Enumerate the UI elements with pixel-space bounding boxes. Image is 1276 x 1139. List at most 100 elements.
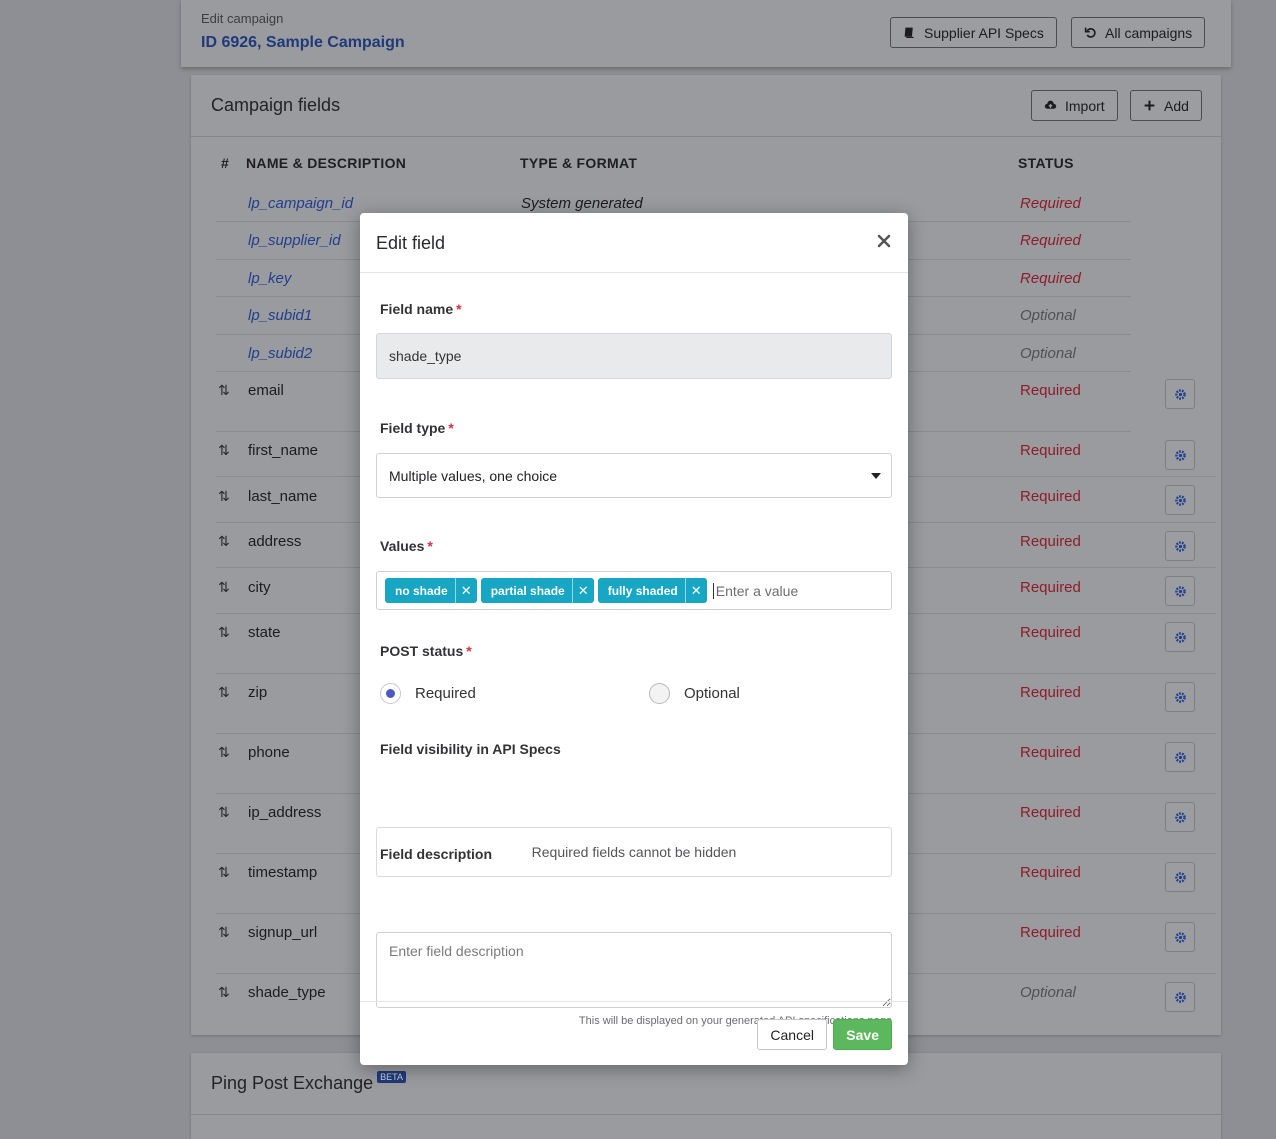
field-type: System generated xyxy=(521,195,643,212)
remove-tag-icon[interactable]: ✕ xyxy=(571,578,594,603)
ping-post-title: Ping Post Exchange xyxy=(211,1073,374,1093)
value-tag: fully shaded ✕ xyxy=(597,578,707,603)
add-label: Add xyxy=(1164,97,1189,114)
import-button[interactable]: Import xyxy=(1031,90,1118,121)
modal-footer: Cancel Save xyxy=(360,1001,908,1065)
field-status: Required xyxy=(1020,864,1081,881)
book-icon xyxy=(904,27,914,38)
field-settings-button[interactable] xyxy=(1165,682,1195,712)
field-status: Optional xyxy=(1020,307,1076,324)
post-status-label: POST status * xyxy=(380,643,472,659)
field-status: Required xyxy=(1020,579,1081,596)
field-status: Required xyxy=(1020,382,1081,399)
field-status: Required xyxy=(1020,442,1081,459)
gear-icon xyxy=(1174,494,1186,506)
field-name: address xyxy=(248,533,302,550)
save-button[interactable]: Save xyxy=(833,1019,892,1050)
value-tag-label: partial shade xyxy=(490,583,565,598)
field-status: Optional xyxy=(1020,345,1076,362)
gear-icon xyxy=(1174,585,1186,597)
card-title: Ping Post Exchange BETA xyxy=(211,1071,406,1094)
field-type-label: Field type * xyxy=(380,420,454,436)
field-settings-button[interactable] xyxy=(1165,379,1195,409)
sort-handle-icon[interactable]: ⇅ xyxy=(218,864,230,881)
beta-badge: BETA xyxy=(377,1071,406,1083)
sort-handle-icon[interactable]: ⇅ xyxy=(218,924,230,941)
gear-icon xyxy=(1174,751,1186,763)
field-settings-button[interactable] xyxy=(1165,531,1195,561)
value-tag: partial shade ✕ xyxy=(480,578,594,603)
field-settings-button[interactable] xyxy=(1165,922,1195,952)
radio-checked-icon xyxy=(380,683,401,704)
value-tag-label: no shade xyxy=(395,583,448,598)
sort-handle-icon[interactable]: ⇅ xyxy=(218,579,230,596)
field-settings-button[interactable] xyxy=(1165,440,1195,470)
sort-handle-icon[interactable]: ⇅ xyxy=(218,684,230,701)
field-name: shade_type xyxy=(248,984,326,1001)
field-name-link[interactable]: lp_key xyxy=(248,270,291,287)
cloud-upload-icon xyxy=(1044,100,1057,109)
values-tag-input[interactable]: no shade ✕ partial shade ✕ fully shaded ✕ xyxy=(376,571,892,610)
remove-tag-icon[interactable]: ✕ xyxy=(684,578,707,603)
sort-handle-icon[interactable]: ⇅ xyxy=(218,984,230,1001)
field-type-select[interactable]: Multiple values, one choice xyxy=(376,453,892,498)
value-input[interactable] xyxy=(712,582,863,599)
modal-header: Edit field xyxy=(360,213,908,273)
modal-title: Edit field xyxy=(376,233,446,253)
column-header-type: TYPE & FORMAT xyxy=(520,155,638,171)
import-label: Import xyxy=(1065,97,1105,114)
field-settings-button[interactable] xyxy=(1165,576,1195,606)
sort-handle-icon[interactable]: ⇅ xyxy=(218,533,230,550)
all-campaigns-button[interactable]: All campaigns xyxy=(1071,17,1206,48)
remove-tag-icon[interactable]: ✕ xyxy=(454,578,477,603)
field-settings-button[interactable] xyxy=(1165,982,1195,1012)
supplier-api-specs-button[interactable]: Supplier API Specs xyxy=(890,17,1057,48)
field-status: Required xyxy=(1020,533,1081,550)
sort-handle-icon[interactable]: ⇅ xyxy=(218,804,230,821)
close-icon[interactable] xyxy=(876,233,892,249)
field-settings-button[interactable] xyxy=(1165,742,1195,772)
campaign-title[interactable]: ID 6926, Sample Campaign xyxy=(201,34,405,52)
field-status: Optional xyxy=(1020,984,1076,1001)
card-header: Campaign fields Import Add xyxy=(191,75,1221,137)
values-label: Values * xyxy=(380,538,433,554)
cancel-button[interactable]: Cancel xyxy=(757,1019,827,1050)
sort-handle-icon[interactable]: ⇅ xyxy=(218,744,230,761)
sort-handle-icon[interactable]: ⇅ xyxy=(218,442,230,459)
field-status: Required xyxy=(1020,804,1081,821)
sort-handle-icon[interactable]: ⇅ xyxy=(218,488,230,505)
field-name-input[interactable] xyxy=(376,333,892,379)
radio-required[interactable]: Required xyxy=(380,683,476,704)
field-name-link[interactable]: lp_campaign_id xyxy=(248,195,353,212)
field-type-value: Multiple values, one choice xyxy=(389,468,558,484)
field-status: Required xyxy=(1020,195,1081,212)
field-name-link[interactable]: lp_supplier_id xyxy=(248,232,341,249)
gear-icon xyxy=(1174,540,1186,552)
radio-required-label: Required xyxy=(415,685,476,702)
plus-icon xyxy=(1144,100,1155,111)
add-field-button[interactable]: Add xyxy=(1130,90,1202,121)
field-settings-button[interactable] xyxy=(1165,802,1195,832)
field-settings-button[interactable] xyxy=(1165,862,1195,892)
sort-handle-icon[interactable]: ⇅ xyxy=(218,624,230,641)
field-name-link[interactable]: lp_subid2 xyxy=(248,345,312,362)
radio-optional[interactable]: Optional xyxy=(649,683,740,704)
column-header-name: NAME & DESCRIPTION xyxy=(246,155,407,171)
column-header-num: # xyxy=(221,155,230,171)
field-settings-button[interactable] xyxy=(1165,485,1195,515)
field-name-link[interactable]: lp_subid1 xyxy=(248,307,312,324)
header-eyebrow: Edit campaign xyxy=(201,11,284,26)
field-name: signup_url xyxy=(248,924,318,941)
gear-icon xyxy=(1174,691,1186,703)
field-name: zip xyxy=(248,684,268,701)
radio-optional-label: Optional xyxy=(684,685,740,702)
all-campaigns-label: All campaigns xyxy=(1105,24,1193,41)
field-name: first_name xyxy=(248,442,319,459)
field-settings-button[interactable] xyxy=(1165,622,1195,652)
sort-handle-icon[interactable]: ⇅ xyxy=(218,382,230,399)
field-status: Required xyxy=(1020,684,1081,701)
campaign-header: Edit campaign ID 6926, Sample Campaign S… xyxy=(181,0,1231,67)
edit-field-modal: Edit field Field name* Field type* Multi… xyxy=(360,213,908,1065)
description-textarea[interactable] xyxy=(376,932,892,1008)
field-name: email xyxy=(248,382,284,399)
